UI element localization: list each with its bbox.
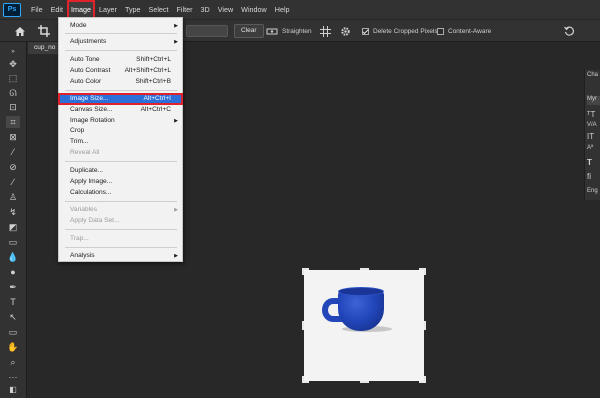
crop-handle-bottom[interactable] bbox=[360, 376, 369, 383]
kerning-icon: V/A bbox=[587, 122, 597, 128]
blur-tool-icon[interactable]: 💧 bbox=[6, 251, 20, 263]
menu-item-reveal-all: Reveal All bbox=[70, 149, 100, 156]
crop-handle-top[interactable] bbox=[360, 268, 369, 275]
delete-cropped-pixels-label: Delete Cropped Pixels bbox=[373, 27, 438, 35]
path-select-tool-icon[interactable]: ↖ bbox=[6, 311, 20, 323]
eraser-tool-icon[interactable]: ◩ bbox=[6, 221, 20, 233]
gear-icon[interactable] bbox=[340, 20, 351, 42]
menu-item-auto-color[interactable]: Auto Color Shift+Ctrl+B bbox=[59, 77, 182, 87]
color-swatches-icon[interactable]: ◧ bbox=[6, 384, 20, 396]
menu-separator bbox=[65, 33, 177, 34]
vertical-scale-icon: IT bbox=[587, 132, 595, 141]
photoshop-logo: Ps bbox=[3, 2, 21, 17]
menu-3d[interactable]: 3D bbox=[197, 0, 214, 20]
menu-item-analysis[interactable]: Analysis ▶ bbox=[59, 251, 182, 261]
ligature-icon[interactable]: fi bbox=[587, 172, 591, 181]
menu-item-apply-image[interactable]: Apply Image... bbox=[59, 177, 182, 187]
eyedropper-tool-icon[interactable]: ⁄ bbox=[6, 146, 20, 158]
menu-item-auto-contrast[interactable]: Auto Contrast Alt+Shift+Ctrl+L bbox=[59, 66, 182, 76]
submenu-arrow-icon: ▶ bbox=[174, 253, 178, 259]
menu-item-image-size[interactable]: Image Size... Alt+Ctrl+I bbox=[58, 93, 183, 105]
menu-item-adjustments[interactable]: Adjustments ▶ bbox=[59, 37, 182, 47]
cup-rim bbox=[338, 287, 384, 296]
menu-item-image-rotation[interactable]: Image Rotation ▶ bbox=[59, 116, 182, 126]
menu-separator bbox=[65, 90, 177, 91]
font-size-icon: ᵀT bbox=[587, 110, 596, 119]
move-tool-icon[interactable]: ✥ bbox=[6, 58, 20, 70]
menu-file[interactable]: File bbox=[27, 0, 47, 20]
crop-handle-right[interactable] bbox=[419, 321, 426, 330]
menu-separator bbox=[65, 247, 177, 248]
character-panel-tab[interactable]: Cha bbox=[587, 72, 598, 78]
font-family-field[interactable]: Myr bbox=[587, 96, 600, 105]
healing-brush-tool-icon[interactable]: ⊘ bbox=[6, 161, 20, 173]
menu-separator bbox=[65, 229, 177, 230]
grid-overlay-icon[interactable] bbox=[320, 20, 331, 42]
menu-help[interactable]: Help bbox=[271, 0, 294, 20]
submenu-arrow-icon: ▶ bbox=[174, 39, 178, 45]
content-aware-label: Content-Aware bbox=[448, 27, 492, 35]
submenu-arrow-icon: ▶ bbox=[174, 207, 178, 213]
image-menu-dropdown: Mode ▶ Adjustments ▶ Auto Tone Shift+Ctrl+L… bbox=[58, 17, 183, 262]
menu-item-apply-data-set: Apply Data Set... bbox=[70, 217, 120, 224]
menu-separator bbox=[65, 201, 177, 202]
character-panel: Cha Myr ᵀT V/A IT Aª T fi Eng bbox=[584, 70, 600, 200]
menu-item-variables: Variables ▶ bbox=[70, 206, 178, 213]
menu-view[interactable]: View bbox=[214, 0, 237, 20]
history-brush-tool-icon[interactable]: ↯ bbox=[6, 206, 20, 218]
frame-tool-icon[interactable]: ⊠ bbox=[6, 131, 20, 143]
tools-panel: » ✥ ⬚ ᘏ ⊡ ⌗ ⊠ ⁄ ⊘ ∕ ♙ ↯ ◩ ▭ 💧 ● ✒ T ↖ ▭ … bbox=[0, 42, 27, 398]
menu-item-mode[interactable]: Mode ▶ bbox=[59, 21, 182, 31]
home-icon[interactable] bbox=[14, 20, 26, 42]
zoom-tool-icon[interactable]: ⌕ bbox=[6, 356, 20, 368]
language-field[interactable]: Eng bbox=[587, 188, 598, 194]
crop-handle-top-right[interactable] bbox=[419, 268, 426, 275]
menu-item-calculations[interactable]: Calculations... bbox=[59, 188, 182, 198]
crop-handle-bottom-right[interactable] bbox=[419, 376, 426, 383]
checkbox-checked-icon bbox=[362, 27, 369, 35]
crop-handle-left[interactable] bbox=[302, 321, 309, 330]
document-image[interactable] bbox=[302, 268, 426, 383]
menu-item-canvas-size[interactable]: Canvas Size... Alt+Ctrl+C bbox=[59, 105, 182, 115]
menu-item-trim[interactable]: Trim... bbox=[59, 137, 182, 147]
submenu-arrow-icon: ▶ bbox=[174, 23, 178, 29]
delete-cropped-pixels-checkbox[interactable]: Delete Cropped Pixels bbox=[362, 20, 438, 42]
menu-item-trap: Trap... bbox=[70, 235, 89, 242]
collapse-icon[interactable]: » bbox=[6, 46, 20, 58]
menu-item-crop[interactable]: Crop bbox=[59, 126, 182, 136]
pen-tool-icon[interactable]: ✒ bbox=[6, 281, 20, 293]
marquee-tool-icon[interactable]: ⬚ bbox=[6, 72, 20, 84]
cup-body bbox=[338, 291, 384, 331]
quick-select-tool-icon[interactable]: ⊡ bbox=[6, 101, 20, 113]
gradient-tool-icon[interactable]: ▭ bbox=[6, 236, 20, 248]
hand-tool-icon[interactable]: ✋ bbox=[6, 341, 20, 353]
baseline-shift-icon: Aª bbox=[587, 145, 594, 151]
straighten-button[interactable]: Straighten bbox=[282, 20, 312, 42]
crop-tool-icon[interactable] bbox=[38, 20, 50, 42]
brush-tool-icon[interactable]: ∕ bbox=[6, 176, 20, 188]
type-tool-icon[interactable]: T bbox=[6, 296, 20, 308]
content-aware-checkbox[interactable]: Content-Aware bbox=[437, 20, 491, 42]
reset-icon[interactable] bbox=[564, 20, 574, 42]
crop-handle-bottom-left[interactable] bbox=[302, 376, 309, 383]
level-icon bbox=[266, 20, 278, 42]
shape-tool-icon[interactable]: ▭ bbox=[6, 326, 20, 338]
menu-separator bbox=[65, 50, 177, 51]
menu-separator bbox=[65, 161, 177, 162]
menu-item-auto-tone[interactable]: Auto Tone Shift+Ctrl+L bbox=[59, 55, 182, 65]
faux-bold-icon[interactable]: T bbox=[587, 158, 592, 167]
ratio-height-field[interactable] bbox=[186, 25, 228, 37]
lasso-tool-icon[interactable]: ᘏ bbox=[6, 87, 20, 99]
dodge-tool-icon[interactable]: ● bbox=[6, 266, 20, 278]
menu-item-duplicate[interactable]: Duplicate... bbox=[59, 166, 182, 176]
checkbox-unchecked-icon bbox=[437, 27, 444, 35]
menu-window[interactable]: Window bbox=[237, 0, 271, 20]
more-tools-icon[interactable]: ··· bbox=[6, 371, 20, 383]
submenu-arrow-icon: ▶ bbox=[174, 118, 178, 124]
crop-handle-top-left[interactable] bbox=[302, 268, 309, 275]
clear-button[interactable]: Clear bbox=[234, 24, 264, 38]
crop-tool-icon[interactable]: ⌗ bbox=[6, 116, 20, 128]
stamp-tool-icon[interactable]: ♙ bbox=[6, 191, 20, 203]
